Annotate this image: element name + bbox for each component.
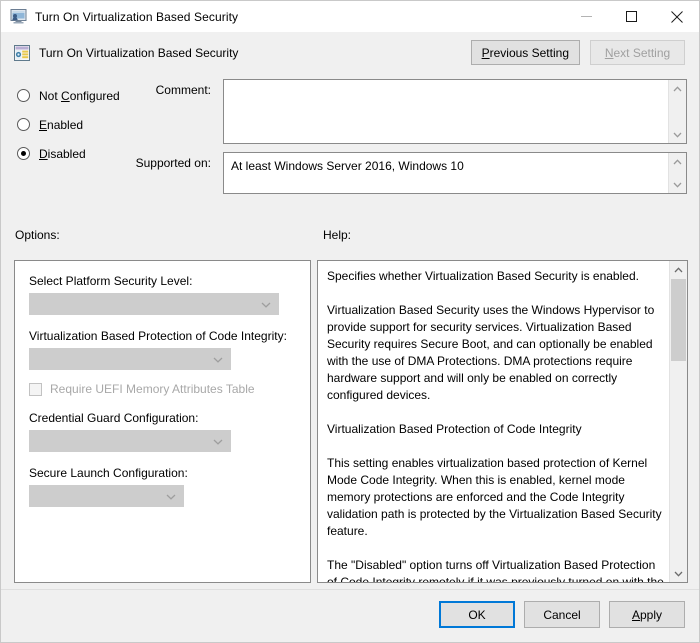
comment-value — [224, 80, 686, 90]
apply-accel: A — [631, 607, 640, 622]
help-text-body: Specifies whether Virtualization Based S… — [318, 261, 675, 583]
state-and-comment-area: Not Configured Enabled Disabled Comment: — [1, 73, 699, 205]
previous-setting-accel: P — [481, 45, 490, 60]
radio-enabled[interactable]: Enabled — [17, 110, 207, 139]
window-controls — [564, 1, 699, 32]
supported-on-label: Supported on: — [135, 156, 211, 170]
help-paragraph: Virtualization Based Security uses the W… — [327, 303, 655, 402]
radio-not-configured-label: Not Configured — [39, 88, 120, 103]
chevron-down-icon — [166, 489, 176, 503]
supported-on-textbox[interactable]: At least Windows Server 2016, Windows 10 — [223, 152, 687, 194]
radio-disabled-mark[interactable] — [17, 147, 30, 160]
comment-textbox[interactable] — [223, 79, 687, 144]
radio-enabled-mark[interactable] — [17, 118, 30, 131]
next-setting-label: ext Setting — [613, 45, 671, 60]
help-paragraph: Virtualization Based Protection of Code … — [327, 422, 582, 436]
ok-button[interactable]: OK — [439, 601, 515, 628]
apply-label: pply — [640, 607, 663, 622]
setting-title: Turn On Virtualization Based Security — [39, 45, 239, 60]
supported-on-scroll-up-icon[interactable] — [669, 153, 686, 170]
require-uefi-memory-attributes-table-checkbox — [29, 382, 42, 396]
next-setting-accel: N — [604, 45, 614, 60]
secure-launch-configuration-label: Secure Launch Configuration: — [29, 466, 188, 480]
next-setting-button: Next Setting — [590, 40, 685, 65]
setting-nav-buttons: Previous Setting Next Setting — [470, 40, 685, 65]
setting-header: Turn On Virtualization Based Security Pr… — [1, 32, 699, 73]
help-scroll-thumb[interactable] — [671, 279, 686, 361]
platform-security-level-combo — [29, 293, 279, 315]
computer-user-icon — [10, 9, 27, 24]
help-paragraph: This setting enables virtualization base… — [327, 456, 662, 538]
group-policy-setting-icon — [14, 44, 30, 61]
chevron-down-icon — [213, 434, 223, 448]
options-panel: Select Platform Security Level: Virtuali… — [14, 260, 311, 583]
previous-setting-label: revious Setting — [489, 45, 569, 60]
comment-scroll-down-icon[interactable] — [669, 126, 686, 143]
minimize-icon[interactable] — [564, 1, 609, 32]
help-paragraph: The "Disabled" option turns off Virtuali… — [327, 558, 664, 583]
code-integrity-protection-label: Virtualization Based Protection of Code … — [29, 329, 287, 343]
help-panel: Specifies whether Virtualization Based S… — [317, 260, 688, 583]
help-section-label: Help: — [323, 228, 352, 242]
previous-setting-button[interactable]: Previous Setting — [470, 40, 580, 65]
maximize-icon[interactable] — [609, 1, 654, 32]
title-bar: Turn On Virtualization Based Security — [1, 1, 699, 32]
group-policy-setting-dialog: Turn On Virtualization Based Security Tu… — [0, 0, 700, 643]
radio-not-configured-mark[interactable] — [17, 89, 30, 102]
secure-launch-configuration-combo — [29, 485, 184, 507]
help-scroll-down-icon[interactable] — [670, 565, 687, 582]
options-section-label: Options: — [15, 228, 60, 242]
window-title: Turn On Virtualization Based Security — [35, 9, 239, 24]
require-uefi-memory-attributes-table-label: Require UEFI Memory Attributes Table — [50, 382, 255, 396]
radio-disabled-label: Disabled — [39, 146, 86, 161]
code-integrity-protection-combo — [29, 348, 231, 370]
platform-security-level-label: Select Platform Security Level: — [29, 274, 193, 288]
help-paragraph: Specifies whether Virtualization Based S… — [327, 269, 639, 283]
close-icon[interactable] — [654, 1, 699, 32]
radio-enabled-label: Enabled — [39, 117, 84, 132]
credential-guard-configuration-combo — [29, 430, 231, 452]
supported-on-value: At least Windows Server 2016, Windows 10 — [231, 159, 464, 173]
help-scroll-up-icon[interactable] — [670, 261, 687, 278]
comment-scrollbar[interactable] — [668, 80, 686, 143]
cancel-button[interactable]: Cancel — [524, 601, 600, 628]
chevron-down-icon — [213, 352, 223, 366]
comment-label: Comment: — [155, 83, 211, 97]
dialog-action-buttons: OK Cancel Apply — [439, 601, 685, 628]
apply-button[interactable]: Apply — [609, 601, 685, 628]
dialog-footer: OK Cancel Apply — [1, 589, 699, 642]
credential-guard-configuration-label: Credential Guard Configuration: — [29, 411, 199, 425]
chevron-down-icon — [261, 297, 271, 311]
help-scrollbar[interactable] — [669, 261, 687, 582]
supported-on-scroll-down-icon[interactable] — [669, 176, 686, 193]
supported-on-scrollbar[interactable] — [668, 153, 686, 193]
comment-scroll-up-icon[interactable] — [669, 80, 686, 97]
require-uefi-memory-attributes-table-row: Require UEFI Memory Attributes Table — [29, 382, 296, 396]
